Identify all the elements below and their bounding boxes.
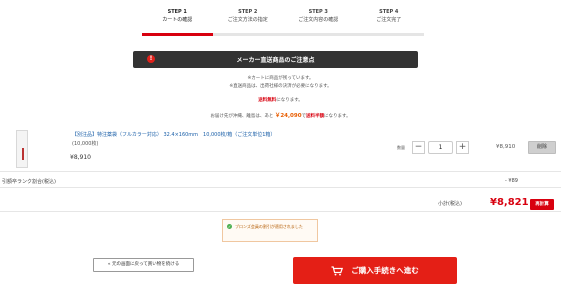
bronze-discount-note: ✓ ブロンズ会員の割引が適用されました xyxy=(222,219,318,242)
checkout-steps: STEP 1 カートの確認 STEP 2 ご注文方法の指定 STEP 3 ご注文… xyxy=(142,8,424,36)
discount-label: 引額卒ランク割合(税込) xyxy=(2,179,56,185)
remote-prefix: お届け先が沖縄、離島は、あと xyxy=(210,114,274,119)
step-1-number: STEP 1 xyxy=(167,9,187,15)
product-name-link[interactable]: 【別注品】特注薬袋（フルカラー対応） 32.4×160mm 10,000枚/箱（… xyxy=(72,131,275,138)
subtotal-value: ¥8,821 xyxy=(490,197,529,208)
subtotal-label: 小計(税込) xyxy=(438,201,462,207)
free-shipping-suffix: になります。 xyxy=(276,98,303,103)
quantity-label: 数量 xyxy=(397,145,405,150)
product-price: ¥8,910 xyxy=(70,154,91,161)
cart-item-row: 【別注品】特注薬袋（フルカラー対応） 32.4×160mm 10,000枚/箱（… xyxy=(0,124,561,172)
check-icon: ✓ xyxy=(227,224,232,229)
step-3-label: ご注文内容の確認 xyxy=(298,17,339,23)
notice-line-1: ※カートに商品が残っています。 xyxy=(247,76,314,81)
step-2-number: STEP 2 xyxy=(238,9,258,15)
step-2: STEP 2 ご注文方法の指定 xyxy=(212,8,283,36)
notice-title: メーカー直送商品のご注意点 xyxy=(236,57,315,64)
line-total: ¥8,910 xyxy=(496,144,516,150)
quantity-stepper: − 1 + xyxy=(412,140,469,154)
quantity-increase-button[interactable]: + xyxy=(456,140,469,154)
notice-line-free-shipping: 送料無料になります。 xyxy=(0,97,561,103)
remote-suffix: になります。 xyxy=(324,114,351,119)
free-shipping-text: 送料無料 xyxy=(258,98,277,103)
cart-icon xyxy=(331,265,344,275)
product-unit: (10,000枚) xyxy=(72,141,99,147)
step-1: STEP 1 カートの確認 xyxy=(142,8,213,36)
step-4: STEP 4 ご注文完了 xyxy=(353,8,424,36)
bronze-note-text: ブロンズ会員の割引が適用されました xyxy=(235,224,303,229)
step-4-number: STEP 4 xyxy=(379,9,399,15)
step-3-number: STEP 3 xyxy=(308,9,328,15)
product-image-mark xyxy=(22,148,24,160)
notice-line-2: ※直送商品は、出荷社様の決済が必要になります。 xyxy=(229,84,332,89)
recalculate-button[interactable]: 再計算 xyxy=(530,199,554,210)
remote-half-shipping: 送料半額 xyxy=(306,114,325,119)
proceed-label: ご購入手続きへ進む xyxy=(351,266,419,275)
subtotal-row: 小計(税込) ¥8,821 再計算 xyxy=(0,191,561,212)
proceed-to-checkout-button[interactable]: ご購入手続きへ進む xyxy=(293,257,457,284)
step-1-label: カートの確認 xyxy=(162,17,193,23)
delete-button[interactable]: 削除 xyxy=(528,141,556,154)
discount-row: 引額卒ランク割合(税込) - ¥89 xyxy=(0,175,561,188)
warning-icon: ! xyxy=(147,55,155,63)
quantity-input[interactable]: 1 xyxy=(428,140,453,154)
notice-line-remote-shipping: お届け先が沖縄、離島は、あと ￥24,090で送料半額になります。 xyxy=(0,111,561,119)
step-2-label: ご注文方法の指定 xyxy=(227,17,268,23)
continue-shopping-button[interactable]: « 元の画面に戻って買い物を続ける xyxy=(93,258,194,272)
quantity-decrease-button[interactable]: − xyxy=(412,140,425,154)
product-thumbnail[interactable] xyxy=(8,128,38,170)
discount-value: - ¥89 xyxy=(505,178,518,184)
direct-ship-notice-bar: ! メーカー直送商品のご注意点 xyxy=(133,51,418,68)
remote-amount: ￥24,090 xyxy=(274,113,302,119)
step-4-label: ご注文完了 xyxy=(376,17,402,23)
step-3: STEP 3 ご注文内容の確認 xyxy=(283,8,354,36)
